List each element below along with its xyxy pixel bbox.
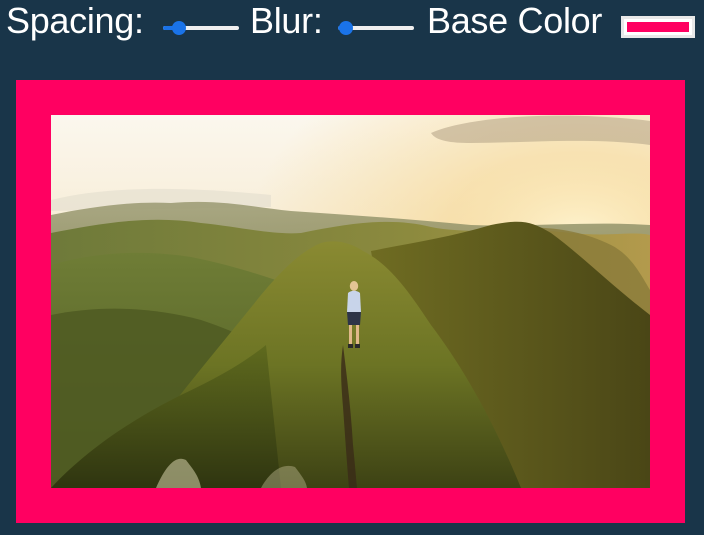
spacing-slider[interactable] (163, 20, 239, 36)
base-color-picker[interactable] (621, 16, 695, 38)
blur-slider[interactable] (338, 20, 414, 36)
blur-label: Blur: (250, 0, 323, 41)
photo-frame (16, 80, 685, 523)
base-color-swatch (627, 22, 689, 32)
controls-bar: Spacing: Blur: Base Color (0, 0, 704, 50)
blur-slider-thumb[interactable] (339, 21, 354, 35)
spacing-label: Spacing: (6, 0, 144, 41)
mountain-ridge-hiker-photo (51, 115, 650, 488)
spacing-slider-thumb[interactable] (171, 21, 186, 35)
photo-drawing (51, 115, 650, 488)
base-color-label: Base Color (427, 0, 603, 41)
